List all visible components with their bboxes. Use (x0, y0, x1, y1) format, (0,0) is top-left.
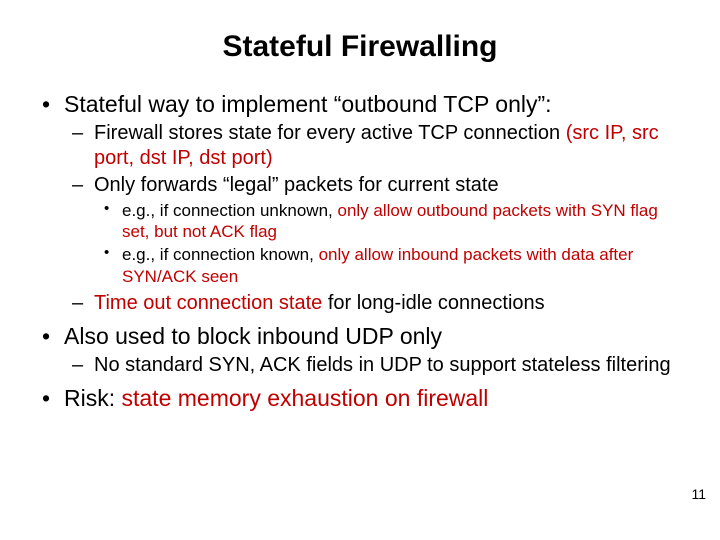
bullet-2: Also used to block inbound UDP only No s… (64, 322, 684, 378)
slide: Stateful Firewalling Stateful way to imp… (0, 0, 720, 540)
bullet-1-sub-2-text: Only forwards “legal” packets for curren… (94, 174, 499, 196)
bullet-2-sub: No standard SYN, ACK fields in UDP to su… (64, 353, 684, 378)
bullet-3-a: Risk: (64, 385, 122, 411)
bullet-1-sub-2-sub-1: e.g., if connection unknown, only allow … (122, 200, 684, 243)
bullet-1: Stateful way to implement “outbound TCP … (64, 90, 684, 316)
bullet-1-sub-1-a: Firewall stores state for every active T… (94, 122, 566, 144)
bullet-1-sub-3-a: Time out connection state (94, 292, 322, 314)
bullet-1-sub: Firewall stores state for every active T… (64, 121, 684, 316)
bullet-2-text: Also used to block inbound UDP only (64, 323, 442, 349)
slide-title: Stateful Firewalling (36, 30, 684, 64)
bullet-1-sub-1: Firewall stores state for every active T… (94, 121, 684, 171)
bullet-2-sub-1-text: No standard SYN, ACK fields in UDP to su… (94, 354, 671, 376)
bullet-1-text: Stateful way to implement “outbound TCP … (64, 91, 552, 117)
bullet-2-sub-1: No standard SYN, ACK fields in UDP to su… (94, 353, 684, 378)
bullet-1-sub-2: Only forwards “legal” packets for curren… (94, 173, 684, 287)
bullet-1-sub-2-sub-2: e.g., if connection known, only allow in… (122, 244, 684, 287)
b1s2x1-a: e.g., if connection unknown, (122, 201, 337, 220)
bullet-list: Stateful way to implement “outbound TCP … (36, 90, 684, 412)
bullet-3-b: state memory exhaustion on firewall (122, 385, 489, 411)
page-number: 11 (691, 486, 706, 502)
b1s2x2-a: e.g., if connection known, (122, 245, 319, 264)
bullet-1-sub-3-b: for long-idle connections (322, 292, 544, 314)
bullet-1-sub-3: Time out connection state for long-idle … (94, 291, 684, 316)
bullet-1-sub-2-sub: e.g., if connection unknown, only allow … (94, 200, 684, 287)
bullet-3: Risk: state memory exhaustion on firewal… (64, 384, 684, 413)
